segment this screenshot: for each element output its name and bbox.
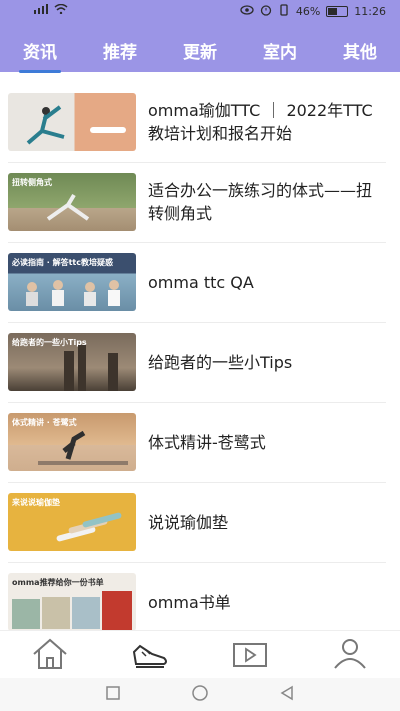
article-thumbnail: 体式精讲 · 苍鹭式 — [8, 413, 136, 471]
status-bar: 46% 11:26 — [0, 0, 400, 24]
list-item[interactable]: 来说说瑜伽垫 说说瑜伽垫 — [8, 482, 386, 563]
article-title: 适合办公一族练习的体式——扭转侧角式 — [148, 181, 373, 223]
back-icon[interactable] — [279, 685, 295, 705]
recent-apps-icon[interactable] — [105, 685, 121, 705]
vibrate-icon — [278, 4, 290, 19]
tab-recommend[interactable]: 推荐 — [99, 38, 141, 63]
list-item[interactable]: 扭转侧角式 适合办公一族练习的体式——扭转侧角式 — [8, 162, 386, 243]
bottom-navigation — [0, 630, 400, 679]
header-bar: 46% 11:26 资讯 推荐 更新 室内 其他 — [0, 0, 400, 73]
system-navigation-bar — [0, 678, 400, 711]
article-title: omma瑜伽TTC ｜ 2022年TTC教培计划和报名开始 — [148, 101, 373, 143]
article-thumbnail: 来说说瑜伽垫 — [8, 493, 136, 551]
article-thumbnail: 必读指南 · 解答ttc教培疑惑 — [8, 253, 136, 311]
clock-time: 11:26 — [354, 5, 386, 18]
video-icon — [230, 636, 270, 674]
shoe-icon — [130, 636, 170, 674]
nav-video[interactable] — [226, 635, 274, 675]
nav-profile[interactable] — [326, 635, 374, 675]
article-list: omma瑜伽TTC ｜ 2022年TTC教培计划和报名开始 扭转侧角式 适合办公… — [0, 72, 400, 632]
article-title: 说说瑜伽垫 — [148, 512, 229, 532]
tab-updates[interactable]: 更新 — [179, 38, 221, 63]
article-title: omma书单 — [148, 592, 231, 612]
user-icon — [330, 636, 370, 674]
article-thumbnail — [8, 93, 136, 151]
alarm-icon — [260, 4, 272, 19]
list-item[interactable]: omma推荐给你一份书单 omma书单 — [8, 562, 386, 632]
nav-home[interactable] — [26, 635, 74, 675]
tab-indoor[interactable]: 室内 — [259, 38, 301, 63]
tab-other[interactable]: 其他 — [339, 38, 381, 63]
eye-icon — [240, 5, 254, 18]
article-title: 给跑者的一些小Tips — [148, 352, 293, 372]
home-button-icon[interactable] — [191, 684, 209, 706]
tab-news[interactable]: 资讯 — [19, 38, 61, 73]
article-thumbnail: 给跑者的一些小Tips — [8, 333, 136, 391]
home-icon — [30, 636, 70, 674]
list-item[interactable]: omma瑜伽TTC ｜ 2022年TTC教培计划和报名开始 — [8, 82, 386, 163]
battery-percent: 46% — [295, 5, 321, 18]
list-item[interactable]: 给跑者的一些小Tips 给跑者的一些小Tips — [8, 322, 386, 403]
list-item[interactable]: 体式精讲 · 苍鹭式 体式精讲-苍鹭式 — [8, 402, 386, 483]
battery-icon — [326, 6, 349, 17]
article-thumbnail: omma推荐给你一份书单 — [8, 573, 136, 631]
article-title: 体式精讲-苍鹭式 — [148, 432, 266, 452]
article-thumbnail: 扭转侧角式 — [8, 173, 136, 231]
wifi-icon — [54, 3, 68, 17]
nav-practice[interactable] — [126, 635, 174, 675]
signal-icon — [34, 4, 48, 17]
article-title: omma ttc QA — [148, 272, 254, 292]
category-tabs: 资讯 推荐 更新 室内 其他 — [0, 30, 400, 73]
list-item[interactable]: 必读指南 · 解答ttc教培疑惑 omma ttc QA — [8, 242, 386, 323]
